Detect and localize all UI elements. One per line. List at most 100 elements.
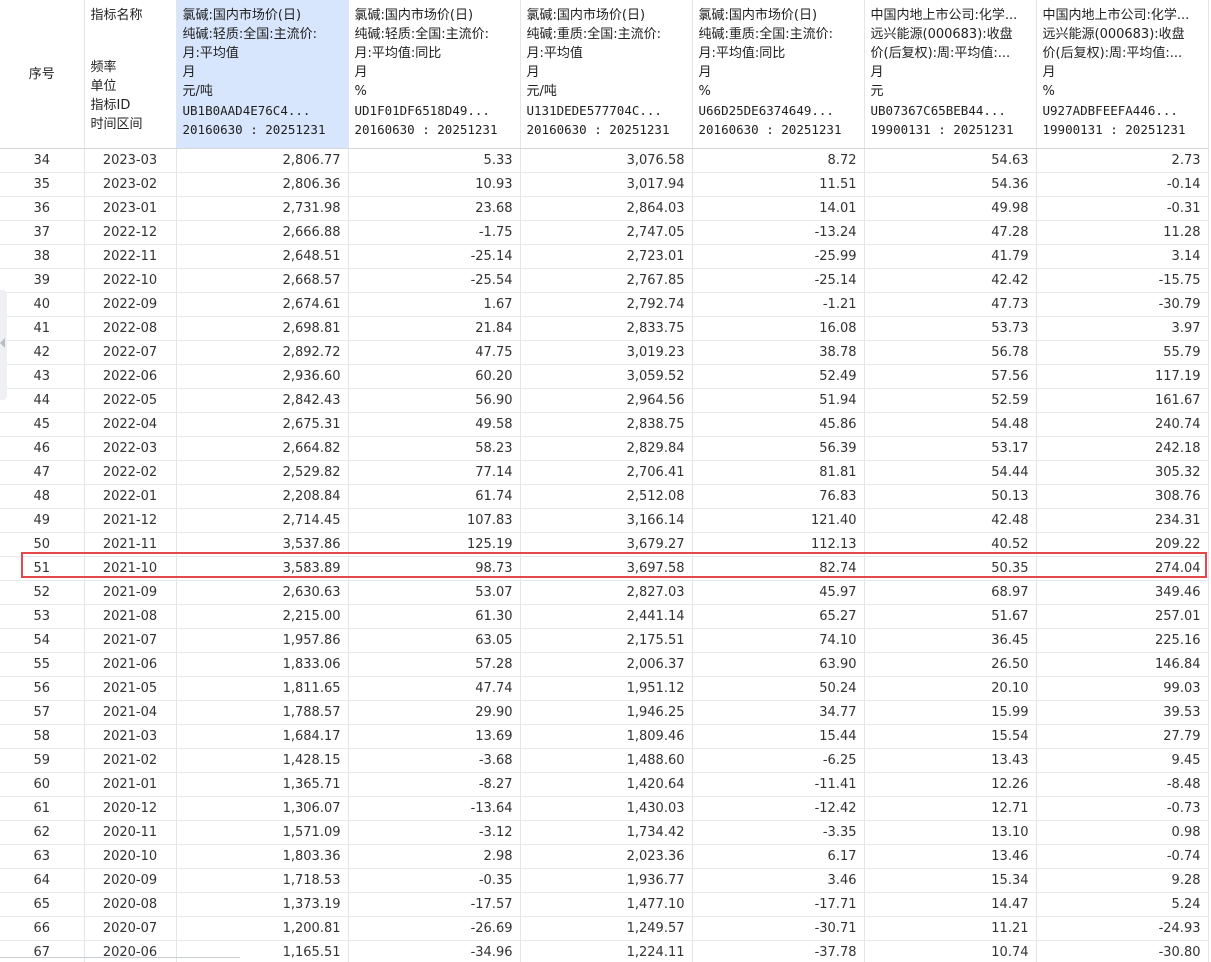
value-cell[interactable]: 2,864.03 [520,196,693,221]
value-cell[interactable]: 53.07 [348,580,521,605]
value-cell[interactable]: 3.14 [1036,244,1209,269]
value-cell[interactable]: 20.10 [864,676,1037,701]
value-cell[interactable]: 98.73 [348,556,521,581]
value-cell[interactable]: 52.49 [692,364,865,389]
value-cell[interactable]: 2,208.84 [176,484,349,509]
value-cell[interactable]: 15.99 [864,700,1037,725]
value-cell[interactable]: -25.14 [348,244,521,269]
table-row[interactable]: 53 2021-08 2,215.00 61.30 2,441.14 65.27 51.67… [0,604,1209,629]
value-cell[interactable]: 2,664.82 [176,436,349,461]
table-row[interactable]: 62 2020-11 1,571.09 -3.12 1,734.42 -3.35 13.10… [0,820,1209,845]
row-date-cell[interactable]: 2022-09 [84,292,177,317]
value-cell[interactable]: 74.10 [692,628,865,653]
value-cell[interactable]: 26.50 [864,652,1037,677]
value-cell[interactable]: 10.74 [864,940,1037,962]
value-cell[interactable]: 57.28 [348,652,521,677]
value-cell[interactable]: 2,964.56 [520,388,693,413]
value-cell[interactable]: 349.46 [1036,580,1209,605]
table-row[interactable]: 64 2020-09 1,718.53 -0.35 1,936.77 3.46 15.34 9… [0,868,1209,893]
table-row[interactable]: 35 2023-02 2,806.36 10.93 3,017.94 11.51 54.36… [0,172,1209,197]
value-cell[interactable]: 16.08 [692,316,865,341]
value-cell[interactable]: 3,679.27 [520,532,693,557]
value-cell[interactable]: 1,249.57 [520,916,693,941]
value-cell[interactable]: -0.31 [1036,196,1209,221]
value-cell[interactable]: 11.51 [692,172,865,197]
value-cell[interactable]: 2,674.61 [176,292,349,317]
value-cell[interactable]: 107.83 [348,508,521,533]
value-cell[interactable]: 14.01 [692,196,865,221]
table-row[interactable]: 54 2021-07 1,957.86 63.05 2,175.51 74.10 36.45… [0,628,1209,653]
value-cell[interactable]: 1,200.81 [176,916,349,941]
value-cell[interactable]: 240.74 [1036,412,1209,437]
value-cell[interactable]: 2,648.51 [176,244,349,269]
value-cell[interactable]: -30.80 [1036,940,1209,962]
table-row[interactable]: 66 2020-07 1,200.81 -26.69 1,249.57 -30.71 11.… [0,916,1209,941]
table-row[interactable]: 50 2021-11 3,537.86 125.19 3,679.27 112.13 40.… [0,532,1209,557]
column-header-2[interactable]: 氯碱:国内市场价(日) 纯碱:轻质:全国:主流价: 月:平均值:同比 月 % U… [348,0,521,149]
value-cell[interactable]: 54.48 [864,412,1037,437]
value-cell[interactable]: 274.04 [1036,556,1209,581]
row-date-cell[interactable]: 2021-09 [84,580,177,605]
row-date-cell[interactable]: 2020-09 [84,868,177,893]
table-row[interactable]: 42 2022-07 2,892.72 47.75 3,019.23 38.78 56.78… [0,340,1209,365]
table-row[interactable]: 49 2021-12 2,714.45 107.83 3,166.14 121.40 42.… [0,508,1209,533]
value-cell[interactable]: 3,017.94 [520,172,693,197]
value-cell[interactable]: 2,706.41 [520,460,693,485]
row-date-cell[interactable]: 2021-04 [84,700,177,725]
value-cell[interactable]: 41.79 [864,244,1037,269]
value-cell[interactable]: -8.27 [348,772,521,797]
value-cell[interactable]: 9.45 [1036,748,1209,773]
value-cell[interactable]: 1,488.60 [520,748,693,773]
row-date-cell[interactable]: 2020-12 [84,796,177,821]
value-cell[interactable]: 50.35 [864,556,1037,581]
value-cell[interactable]: 15.44 [692,724,865,749]
row-date-cell[interactable]: 2020-08 [84,892,177,917]
value-cell[interactable]: 1,946.25 [520,700,693,725]
value-cell[interactable]: -0.35 [348,868,521,893]
value-cell[interactable]: 8.72 [692,148,865,173]
value-cell[interactable]: 257.01 [1036,604,1209,629]
value-cell[interactable]: 1,833.06 [176,652,349,677]
value-cell[interactable]: 2,838.75 [520,412,693,437]
value-cell[interactable]: -3.12 [348,820,521,845]
value-cell[interactable]: 1,571.09 [176,820,349,845]
table-row[interactable]: 59 2021-02 1,428.15 -3.68 1,488.60 -6.25 13.43… [0,748,1209,773]
value-cell[interactable]: 2,215.00 [176,604,349,629]
value-cell[interactable]: 10.93 [348,172,521,197]
value-cell[interactable]: -24.93 [1036,916,1209,941]
value-cell[interactable]: 1,365.71 [176,772,349,797]
value-cell[interactable]: 161.67 [1036,388,1209,413]
table-row[interactable]: 48 2022-01 2,208.84 61.74 2,512.08 76.83 50.13… [0,484,1209,509]
row-date-cell[interactable]: 2021-07 [84,628,177,653]
value-cell[interactable]: 47.75 [348,340,521,365]
value-cell[interactable]: 3,019.23 [520,340,693,365]
row-date-cell[interactable]: 2021-01 [84,772,177,797]
value-cell[interactable]: 1,306.07 [176,796,349,821]
value-cell[interactable]: 65.27 [692,604,865,629]
value-cell[interactable]: 1,430.03 [520,796,693,821]
row-date-cell[interactable]: 2020-10 [84,844,177,869]
value-cell[interactable]: 51.67 [864,604,1037,629]
value-cell[interactable]: 1,803.36 [176,844,349,869]
value-cell[interactable]: 2,936.60 [176,364,349,389]
value-cell[interactable]: 308.76 [1036,484,1209,509]
value-cell[interactable]: 3,076.58 [520,148,693,173]
value-cell[interactable]: 121.40 [692,508,865,533]
value-cell[interactable]: 2,767.85 [520,268,693,293]
value-cell[interactable]: 53.73 [864,316,1037,341]
value-cell[interactable]: 125.19 [348,532,521,557]
value-cell[interactable]: 42.48 [864,508,1037,533]
table-row[interactable]: 60 2021-01 1,365.71 -8.27 1,420.64 -11.41 12.2… [0,772,1209,797]
value-cell[interactable]: 68.97 [864,580,1037,605]
value-cell[interactable]: 3.46 [692,868,865,893]
value-cell[interactable]: 63.05 [348,628,521,653]
value-cell[interactable]: 2,666.88 [176,220,349,245]
value-cell[interactable]: 2,714.45 [176,508,349,533]
value-cell[interactable]: 50.24 [692,676,865,701]
value-cell[interactable]: 23.68 [348,196,521,221]
value-cell[interactable]: 2,630.63 [176,580,349,605]
value-cell[interactable]: 99.03 [1036,676,1209,701]
row-date-cell[interactable]: 2022-07 [84,340,177,365]
value-cell[interactable]: 13.43 [864,748,1037,773]
table-row[interactable]: 43 2022-06 2,936.60 60.20 3,059.52 52.49 57.56… [0,364,1209,389]
